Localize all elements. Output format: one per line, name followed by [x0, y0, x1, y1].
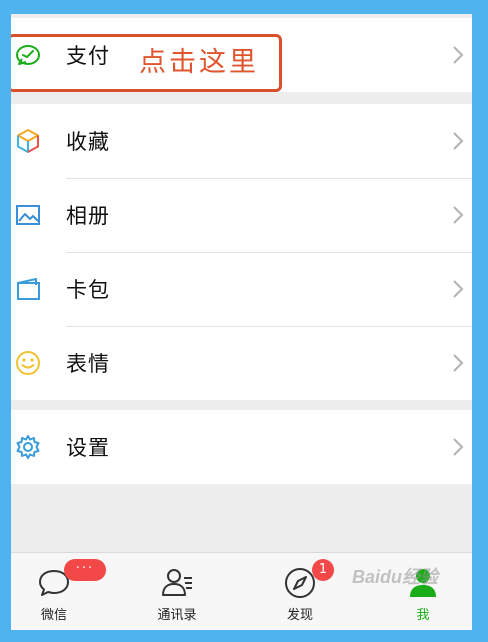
- tab-chats-label: 微信: [40, 608, 67, 623]
- settings-section: 设置: [11, 410, 472, 484]
- tab-contacts[interactable]: 通讯录: [137, 553, 217, 630]
- chevron-right-icon: [453, 280, 464, 298]
- menu-item-collection[interactable]: 收藏: [11, 104, 472, 178]
- menu-item-stickers-label: 表情: [66, 352, 110, 376]
- tab-me-label: 我: [416, 608, 430, 623]
- menu-item-album[interactable]: 相册: [11, 178, 472, 252]
- pay-section: 支付 点击这里: [11, 18, 472, 92]
- wechat-me-screen: 支付 点击这里 收藏 相册 卡包 表情 设置 微信 ··· 通讯录 发现 1 我: [11, 14, 472, 630]
- menu-item-cards[interactable]: 卡包: [11, 252, 472, 326]
- chevron-right-icon: [453, 46, 464, 64]
- contacts-icon: [162, 569, 192, 596]
- chevron-right-icon: [453, 206, 464, 224]
- card-wallet-icon: [13, 274, 43, 304]
- features-section: 收藏 相册 卡包 表情: [11, 104, 472, 400]
- chats-unread-badge: ···: [64, 559, 106, 581]
- baidu-watermark: Baidu经验: [352, 567, 439, 587]
- smiley-icon: [13, 348, 43, 378]
- menu-item-settings[interactable]: 设置: [11, 410, 472, 484]
- picture-icon: [13, 200, 43, 230]
- discover-badge: 1: [312, 559, 334, 581]
- menu-item-stickers[interactable]: 表情: [11, 326, 472, 400]
- tab-discover-label: 发现: [286, 608, 313, 623]
- menu-item-settings-label: 设置: [66, 436, 110, 460]
- menu-item-cards-label: 卡包: [66, 278, 110, 302]
- gear-icon: [13, 432, 43, 462]
- chevron-right-icon: [453, 438, 464, 456]
- annotation-text: 点击这里: [139, 47, 259, 78]
- menu-item-collection-label: 收藏: [66, 130, 110, 154]
- cube-icon: [13, 126, 43, 156]
- chevron-right-icon: [453, 132, 464, 150]
- menu-item-album-label: 相册: [66, 204, 110, 228]
- tab-contacts-label: 通讯录: [157, 608, 197, 623]
- chevron-right-icon: [453, 354, 464, 372]
